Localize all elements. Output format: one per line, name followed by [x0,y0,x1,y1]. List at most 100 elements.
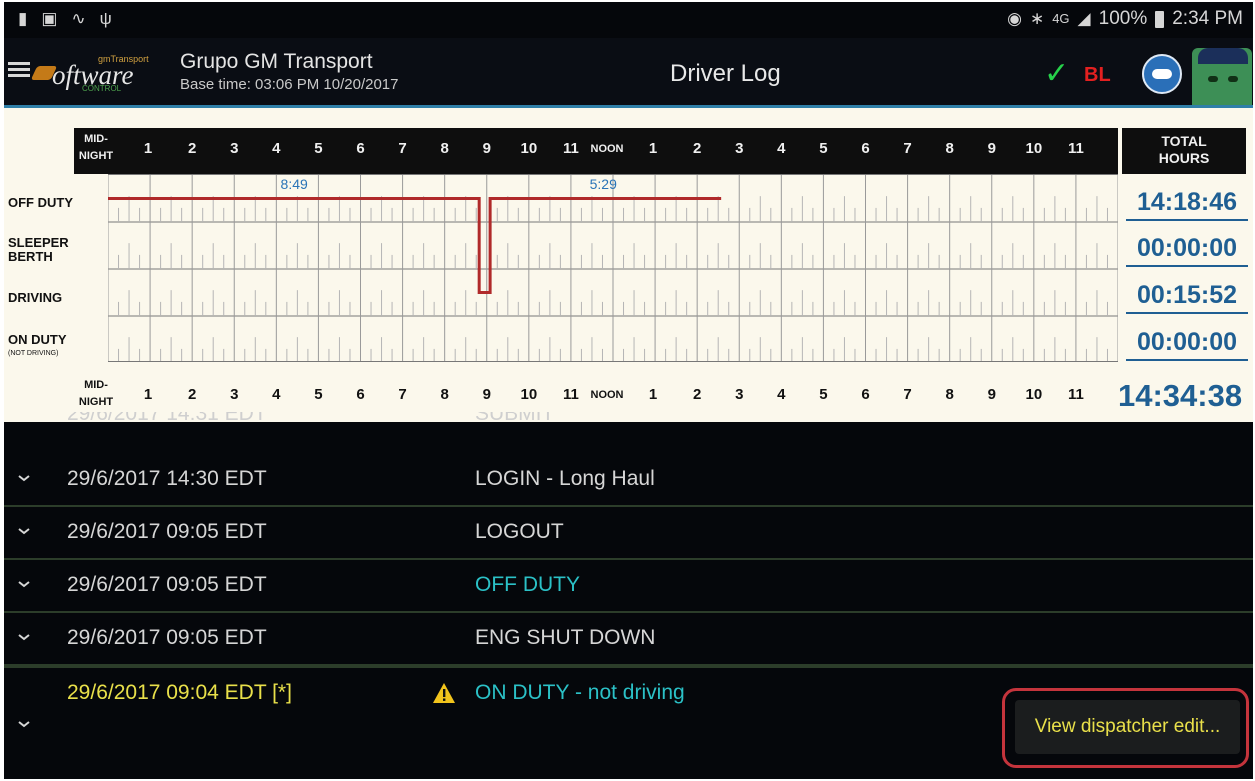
duty-status-grid [108,174,1118,362]
hour-label: 3 [735,140,744,157]
driver-avatar[interactable] [1192,48,1252,106]
hour-label: MID- NIGHT [78,133,114,162]
hour-label: 11 [562,140,579,157]
hour-label: 3 [230,386,239,403]
total-off-duty: 14:18:46 [1126,188,1248,221]
hour-label: 4 [777,386,786,403]
hour-label: 11 [1067,140,1084,157]
event-time: 29/6/2017 09:04 EDT [*] [67,681,292,704]
hour-label: 10 [520,386,538,403]
sim-icon: ▮ [18,9,28,28]
duty-status-line [108,197,722,294]
hour-label: 6 [356,140,365,157]
hour-label: 9 [987,140,996,157]
event-time: 29/6/2017 09:05 EDT [67,573,267,596]
event-row[interactable]: 29/6/2017 14:30 EDT LOGIN - Long Haul [4,454,1253,507]
chevron-down-icon[interactable] [18,472,30,484]
hour-label: 8 [945,140,954,157]
bluetooth-label: BL [1084,64,1111,86]
event-row[interactable]: 29/6/2017 09:05 EDT OFF DUTY [4,560,1253,613]
hour-label: 8 [440,386,449,403]
event-name: ENG SHUT DOWN [475,626,656,649]
app-header: gmTransport oftware CONTROL Grupo GM Tra… [4,38,1253,108]
segment-label: 8:49 [280,176,308,192]
event-row-partial[interactable]: 29/6/2017 14:31 EDT SUBMIT [4,412,1253,434]
network-type: 4G [1052,11,1070,26]
chevron-down-icon[interactable] [18,525,30,537]
event-name: SUBMIT [475,412,555,425]
avatar-cap [1198,48,1248,64]
hour-label: 5 [819,140,828,157]
clock: 2:34 PM [1172,8,1243,29]
hour-label: 1 [648,386,658,403]
hour-label: 1 [143,140,153,157]
hour-label: 2 [187,386,197,403]
company-name: Grupo GM Transport [180,50,373,73]
hour-label: 1 [648,140,658,157]
row-label-on-duty: ON DUTY (NOT DRIVING) [8,332,67,358]
total-driving: 00:15:52 [1126,281,1248,314]
hour-label: 3 [230,140,239,157]
hour-label: 10 [1025,386,1043,403]
hour-label: 7 [903,140,912,157]
hour-label: 9 [482,140,491,157]
hour-label: 2 [692,386,702,403]
chevron-down-icon[interactable] [18,718,30,730]
battery-percent: 100% [1098,8,1148,29]
event-time: 29/6/2017 09:05 EDT [67,626,267,649]
log-grid: MID- NIGHT 1 2 3 4 5 6 7 8 9 10 11 NOON 1 2 3 4 5 6 7 8 9 10 11 … [4,108,1253,422]
image-icon: ▣ [41,9,58,28]
event-time: 29/6/2017 14:30 EDT [67,467,267,490]
hour-label: 3 [735,386,744,403]
event-name: OFF DUTY [475,573,580,596]
signal-icon: ◢ [1077,9,1091,28]
view-dispatcher-edit-button[interactable]: View dispatcher edit... [1015,700,1240,754]
hour-label: NOON [590,143,624,155]
hour-label: 9 [987,386,996,403]
wifi-icon: ✓ [1044,57,1070,90]
event-row[interactable]: 29/6/2017 09:05 EDT LOGOUT [4,507,1253,560]
connection-status[interactable]: ✓ BL [1044,54,1124,98]
event-time: 29/6/2017 14:31 EDT [67,412,267,425]
hour-label: 5 [819,386,828,403]
page-title: Driver Log [670,60,781,87]
hour-label: 10 [520,140,538,157]
hour-label: 1 [143,386,153,403]
logo-sub-text: CONTROL [82,84,122,93]
warning-icon [433,683,455,703]
event-name: ON DUTY - not driving [475,681,685,704]
total-hours-header: TOTAL HOURS [1122,128,1246,174]
status-bar: ▮ ▣ ∿ ψ ◉ ∗ 4G ◢ 100% 2:34 PM [4,2,1253,38]
hour-label: 2 [187,140,197,157]
hour-label: 2 [692,140,702,157]
event-time: 29/6/2017 09:05 EDT [67,520,267,543]
cast-icon: ∿ [71,9,86,28]
hour-label: 9 [482,386,491,403]
total-sleeper: 00:00:00 [1126,234,1248,267]
hour-label: 5 [314,140,323,157]
event-name: LOGIN - Long Haul [475,467,655,490]
total-on-duty: 00:00:00 [1126,328,1248,361]
hour-label: MID- NIGHT [78,379,114,408]
event-row-selected[interactable]: 29/6/2017 09:04 EDT [*] ON DUTY - not dr… [4,666,1253,779]
menu-icon[interactable] [8,62,30,78]
event-name: LOGOUT [475,520,564,543]
bluetooth-icon: ∗ [1029,9,1045,28]
battery-icon [1155,10,1165,28]
row-label-driving: DRIVING [8,290,63,305]
hour-label: 4 [777,140,786,157]
cloud-sync-icon[interactable] [1142,54,1182,94]
hour-label: 11 [562,386,579,403]
hour-label: 7 [398,140,407,157]
hour-label: 4 [272,386,281,403]
chevron-down-icon[interactable] [18,578,30,590]
row-label-off-duty: OFF DUTY [8,195,73,210]
hour-label: 6 [356,386,365,403]
hour-label: 8 [440,140,449,157]
chevron-down-icon[interactable] [18,631,30,643]
hour-label: 10 [1025,140,1043,157]
hour-label: 4 [272,140,281,157]
hour-label: 6 [861,140,870,157]
segment-label: 5:29 [589,176,617,192]
event-row[interactable]: 29/6/2017 09:05 EDT ENG SHUT DOWN [4,613,1253,666]
